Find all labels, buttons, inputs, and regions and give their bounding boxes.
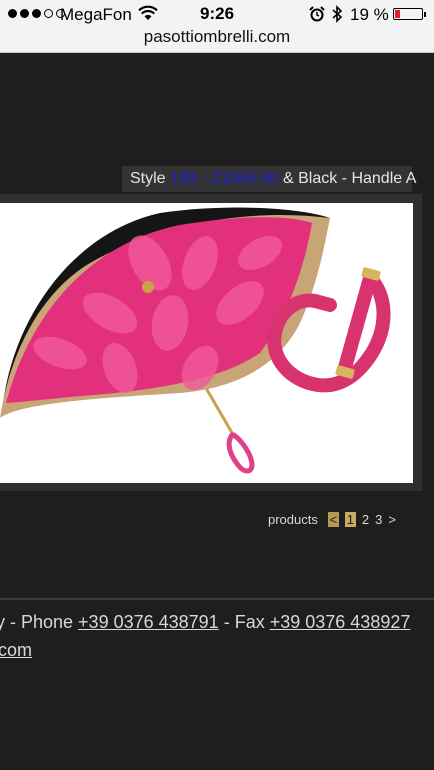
footer-divider [0,598,434,600]
status-bar: MegaFon 9:26 19 % pasottiombrelli.com [0,0,434,53]
pagination-label: products [268,511,318,527]
page-2-link[interactable]: 2 [362,512,369,527]
signal-strength-icon [8,9,65,18]
bluetooth-icon [331,5,343,28]
fax-link[interactable]: +39 0376 438927 [270,612,411,632]
battery-icon [393,8,426,20]
product-image[interactable] [0,203,413,483]
style-code-link[interactable]: 189 - 21065-30 [170,170,279,187]
fax-label: - Fax [218,612,270,632]
battery-percent: 19 % [350,5,389,24]
prev-page-button[interactable]: < [327,511,339,527]
page-1-link[interactable]: 1 [344,511,356,527]
contact-prefix: y - Phone [0,612,79,632]
carrier-name: MegaFon [60,5,132,24]
footer-email-link[interactable]: com [0,640,32,661]
phone-link[interactable]: +39 0376 438791 [78,612,219,632]
caption-suffix: & Black - Handle A [278,170,417,187]
product-caption: Style 189 - 21065-30 & Black - Handle A [122,166,416,192]
wifi-icon [138,5,158,26]
alarm-icon [309,6,325,27]
product-pagination: products < 1 2 3 > [268,510,402,528]
page-3-link[interactable]: 3 [375,512,382,527]
clock-time: 9:26 [200,4,235,23]
caption-prefix: Style [130,170,171,187]
address-bar-url[interactable]: pasottiombrelli.com [0,27,434,47]
footer-contact-line: y - Phone +39 0376 438791 - Fax +39 0376… [0,612,410,633]
next-page-button[interactable]: > [388,512,396,527]
